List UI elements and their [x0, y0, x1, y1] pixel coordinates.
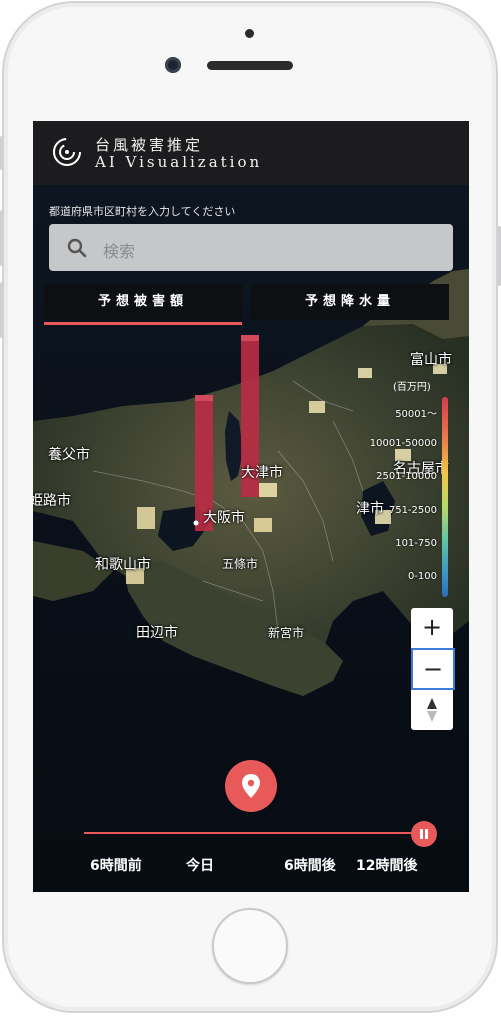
- zoom-in-button[interactable]: +: [411, 608, 453, 646]
- legend-unit: (百万円): [393, 382, 431, 393]
- city-label-tsu: 津市: [356, 501, 384, 517]
- location-pin-icon: [242, 774, 260, 798]
- search-placeholder: 検索: [103, 242, 136, 261]
- legend-level: 10001-50000: [369, 438, 437, 449]
- city-label-tanabe: 田辺市: [136, 625, 178, 641]
- timeline-label[interactable]: 6時間後: [284, 855, 336, 875]
- pause-button[interactable]: [411, 821, 437, 847]
- pause-icon: [420, 829, 428, 839]
- city-label-shingu: 新宮市: [268, 626, 305, 640]
- search-label: 都道府県市区町村を入力してください: [49, 205, 236, 218]
- app-header: 台風被害推定 AI Visualization: [33, 121, 469, 185]
- front-camera: [165, 57, 181, 73]
- proximity-sensor: [245, 29, 254, 38]
- home-button[interactable]: [212, 908, 288, 984]
- city-label-wakayama: 和歌山市: [95, 557, 151, 573]
- city-label-gojo: 五條市: [222, 557, 259, 571]
- legend-level: 101-750: [395, 538, 437, 549]
- city-label-himeji: 姫路市: [33, 493, 71, 509]
- timeline-label[interactable]: 12時間後: [356, 855, 417, 875]
- timeline-label[interactable]: 6時間前: [90, 855, 142, 875]
- zoom-out-button[interactable]: −: [411, 648, 455, 690]
- legend-color-scale: [442, 397, 448, 597]
- app-subtitle: AI Visualization: [95, 153, 263, 171]
- search-icon: [67, 238, 87, 258]
- tab-predicted-rainfall[interactable]: 予想降水量: [251, 284, 449, 320]
- app-title: 台風被害推定: [95, 136, 204, 154]
- legend-level: 0-100: [407, 571, 437, 582]
- city-label-otsu: 大津市: [241, 465, 283, 481]
- legend-level: 50001〜: [395, 409, 437, 420]
- legend-level: 2501-10000: [376, 471, 437, 482]
- active-tab-indicator: [44, 322, 242, 325]
- app-screen: 台風被害推定 AI Visualization 都道府県市区町村を入力してくださ…: [33, 121, 469, 892]
- timeline-track[interactable]: [84, 832, 429, 834]
- timeline-label[interactable]: 今日: [186, 855, 214, 875]
- city-label-yabu: 養父市: [48, 447, 90, 463]
- tab-predicted-damage[interactable]: 予想被害額: [44, 284, 242, 320]
- compass-icon[interactable]: [411, 690, 453, 730]
- locate-button[interactable]: [225, 760, 277, 812]
- city-label-toyama: 富山市: [410, 352, 452, 368]
- city-label-osaka: 大阪市: [203, 510, 245, 526]
- typhoon-logo-icon: [53, 138, 81, 166]
- legend-level: 751-2500: [388, 505, 437, 516]
- earpiece-speaker: [207, 61, 293, 70]
